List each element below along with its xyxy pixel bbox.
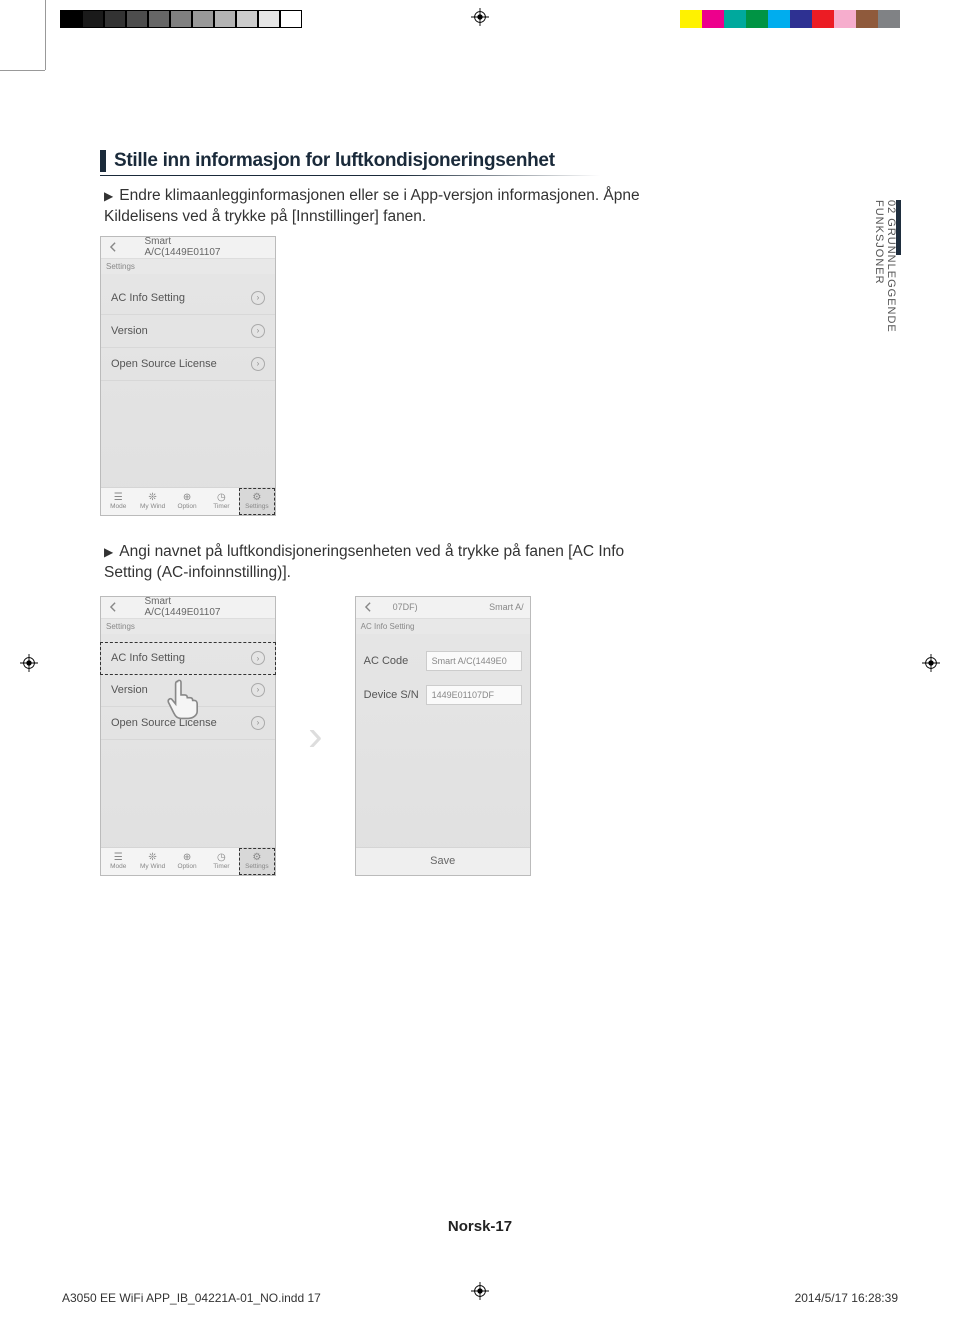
foot-label: Timer [213, 503, 229, 510]
device-sn-row: Device S/N 1449E01107DF [356, 678, 530, 712]
tap-pointer-icon [163, 677, 199, 717]
option-icon: ⊕ [183, 493, 191, 503]
option-icon: ⊕ [183, 853, 191, 863]
back-icon[interactable] [106, 240, 120, 254]
chevron-right-icon: › [251, 357, 265, 371]
page-content: Stille inn informasjon for luftkondisjon… [100, 150, 900, 876]
app-footer: ☰Mode ❊My Wind ⊕Option ◷Timer ⚙Settings [101, 487, 275, 515]
header-id-left: 07DF) [393, 602, 418, 612]
flow-arrow-icon: › [308, 711, 323, 761]
section-heading: Stille inn informasjon for luftkondisjon… [114, 150, 900, 172]
back-icon[interactable] [361, 600, 375, 614]
crop-mark [45, 0, 46, 70]
instruction-text: Angi navnet på luftkondisjoneringsenhete… [104, 543, 624, 581]
app-header-title: Smart A/C(1449E01107 [145, 596, 232, 618]
ac-code-input[interactable]: Smart A/C(1449E0 [426, 651, 522, 671]
registration-mark-icon [471, 1282, 489, 1300]
phone-mockup-acinfo: 07DF) Smart A/ AC Info Setting AC Code S… [355, 596, 531, 876]
registration-mark-icon [20, 654, 38, 672]
field-label: AC Code [364, 655, 426, 667]
grayscale-swatches [60, 10, 302, 28]
crop-mark [0, 70, 45, 71]
footer-mode[interactable]: ☰Mode [101, 848, 135, 875]
foot-label: My Wind [140, 863, 165, 870]
row-label: Open Source License [111, 358, 217, 370]
foot-label: Option [177, 863, 196, 870]
registration-mark-icon [922, 654, 940, 672]
footer-mywind[interactable]: ❊My Wind [135, 488, 169, 515]
app-header-title: Smart A/C(1449E01107 [145, 236, 232, 258]
foot-label: Option [177, 503, 196, 510]
mode-icon: ☰ [114, 493, 123, 503]
save-label: Save [430, 855, 455, 867]
row-license[interactable]: Open Source License › [101, 348, 275, 381]
row-label: Version [111, 325, 148, 337]
phone-mockup-settings: Smart A/C(1449E01107 Settings AC Info Se… [100, 236, 276, 516]
app-header: Smart A/C(1449E01107 [101, 597, 275, 619]
heading-underline [100, 175, 600, 176]
instruction-text: Endre klimaanlegginformasjonen eller se … [104, 187, 640, 225]
timer-icon: ◷ [217, 493, 226, 503]
app-header: 07DF) Smart A/ [356, 597, 530, 619]
footer-option[interactable]: ⊕Option [170, 848, 204, 875]
input-value: Smart A/C(1449E0 [432, 656, 507, 666]
gear-icon: ⚙ [252, 853, 261, 863]
foot-label: Mode [110, 503, 126, 510]
row-ac-info-highlighted[interactable]: AC Info Setting › [100, 642, 276, 675]
footer-mywind[interactable]: ❊My Wind [135, 848, 169, 875]
save-button[interactable]: Save [356, 847, 530, 875]
print-timestamp: 2014/5/17 16:28:39 [795, 1291, 898, 1305]
field-label: Device S/N [364, 689, 426, 701]
wind-icon: ❊ [148, 853, 156, 863]
phone-mockup-settings-tap: Smart A/C(1449E01107 Settings AC Info Se… [100, 596, 276, 876]
back-icon[interactable] [106, 600, 120, 614]
foot-label: My Wind [140, 503, 165, 510]
header-id-right: Smart A/ [489, 602, 524, 612]
section-label: Settings [101, 259, 275, 274]
footer-option[interactable]: ⊕Option [170, 488, 204, 515]
row-label: AC Info Setting [111, 292, 185, 304]
app-footer: ☰Mode ❊My Wind ⊕Option ◷Timer ⚙Settings [101, 847, 275, 875]
chevron-right-icon: › [251, 291, 265, 305]
foot-label: Mode [110, 863, 126, 870]
section-label: Settings [101, 619, 275, 634]
input-value: 1449E01107DF [432, 690, 494, 700]
footer-settings[interactable]: ⚙Settings [239, 848, 275, 875]
footer-settings[interactable]: ⚙Settings [239, 488, 275, 515]
mode-icon: ☰ [114, 853, 123, 863]
chevron-right-icon: › [251, 683, 265, 697]
chevron-right-icon: › [251, 324, 265, 338]
instruction-bullet: ▶Endre klimaanlegginformasjonen eller se… [100, 186, 660, 228]
row-ac-info[interactable]: AC Info Setting › [101, 282, 275, 315]
footer-timer[interactable]: ◷Timer [204, 848, 238, 875]
phone-mockup-row: Smart A/C(1449E01107 Settings AC Info Se… [100, 596, 900, 876]
section-label: AC Info Setting [356, 619, 530, 634]
page-number: Norsk-17 [448, 1218, 512, 1235]
footer-mode[interactable]: ☰Mode [101, 488, 135, 515]
device-sn-input[interactable]: 1449E01107DF [426, 685, 522, 705]
heading-block: Stille inn informasjon for luftkondisjon… [100, 150, 900, 172]
instruction-bullet: ▶Angi navnet på luftkondisjoneringsenhet… [100, 542, 660, 584]
bullet-arrow-icon: ▶ [104, 188, 113, 204]
chevron-right-icon: › [251, 716, 265, 730]
bullet-arrow-icon: ▶ [104, 544, 113, 560]
gear-icon: ⚙ [252, 493, 261, 503]
footer-timer[interactable]: ◷Timer [204, 488, 238, 515]
row-version[interactable]: Version › [101, 315, 275, 348]
foot-label: Settings [245, 503, 269, 510]
ac-code-row: AC Code Smart A/C(1449E0 [356, 644, 530, 678]
app-header: Smart A/C(1449E01107 [101, 237, 275, 259]
row-label: AC Info Setting [111, 652, 185, 664]
indesign-filename: A3050 EE WiFi APP_IB_04221A-01_NO.indd 1… [62, 1291, 321, 1305]
wind-icon: ❊ [148, 493, 156, 503]
color-swatches [680, 10, 900, 28]
registration-mark-icon [471, 8, 489, 26]
foot-label: Settings [245, 863, 269, 870]
chevron-right-icon: › [251, 651, 265, 665]
foot-label: Timer [213, 863, 229, 870]
timer-icon: ◷ [217, 853, 226, 863]
row-label: Version [111, 684, 148, 696]
